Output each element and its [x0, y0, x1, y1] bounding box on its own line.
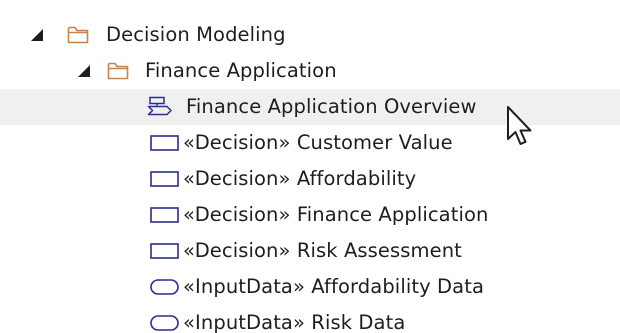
tree-item-label: «Decision» Affordability: [183, 167, 417, 190]
expanded-triangle-icon[interactable]: [30, 28, 44, 42]
tree-node-finance-application-package[interactable]: Finance Application: [0, 53, 620, 89]
decision-icon: [150, 135, 179, 151]
tree-item-label: «Decision» Finance Application: [183, 203, 489, 226]
mouse-cursor-icon: [507, 106, 532, 145]
tree-item-decision-affordability[interactable]: «Decision» Affordability: [0, 161, 620, 197]
project-browser-tree: Decision Modeling Finance Application Fi…: [0, 0, 620, 333]
tree-item-label: «Decision» Customer Value: [183, 131, 453, 154]
decision-icon: [150, 243, 179, 259]
folder-icon: [107, 62, 129, 80]
tree-item-decision-risk-assessment[interactable]: «Decision» Risk Assessment: [0, 233, 620, 269]
tree-item-label: «InputData» Affordability Data: [183, 275, 484, 298]
tree-item-decision-finance-application[interactable]: «Decision» Finance Application: [0, 197, 620, 233]
tree-item-label: «Decision» Risk Assessment: [183, 239, 462, 262]
tree-node-decision-modeling[interactable]: Decision Modeling: [0, 17, 620, 53]
folder-icon: [67, 26, 89, 44]
tree-item-inputdata-risk-data[interactable]: «InputData» Risk Data: [0, 305, 620, 333]
tree-item-label: Finance Application Overview: [186, 95, 477, 118]
diagram-icon: [147, 96, 172, 116]
input-data-icon: [150, 315, 179, 331]
tree-item-label: «InputData» Risk Data: [183, 311, 406, 333]
tree-node-label: Decision Modeling: [106, 23, 286, 46]
tree-node-label: Finance Application: [145, 59, 337, 82]
decision-icon: [150, 171, 179, 187]
input-data-icon: [150, 279, 179, 295]
tree-item-inputdata-affordability-data[interactable]: «InputData» Affordability Data: [0, 269, 620, 305]
decision-icon: [150, 207, 179, 223]
expanded-triangle-icon[interactable]: [77, 64, 91, 78]
